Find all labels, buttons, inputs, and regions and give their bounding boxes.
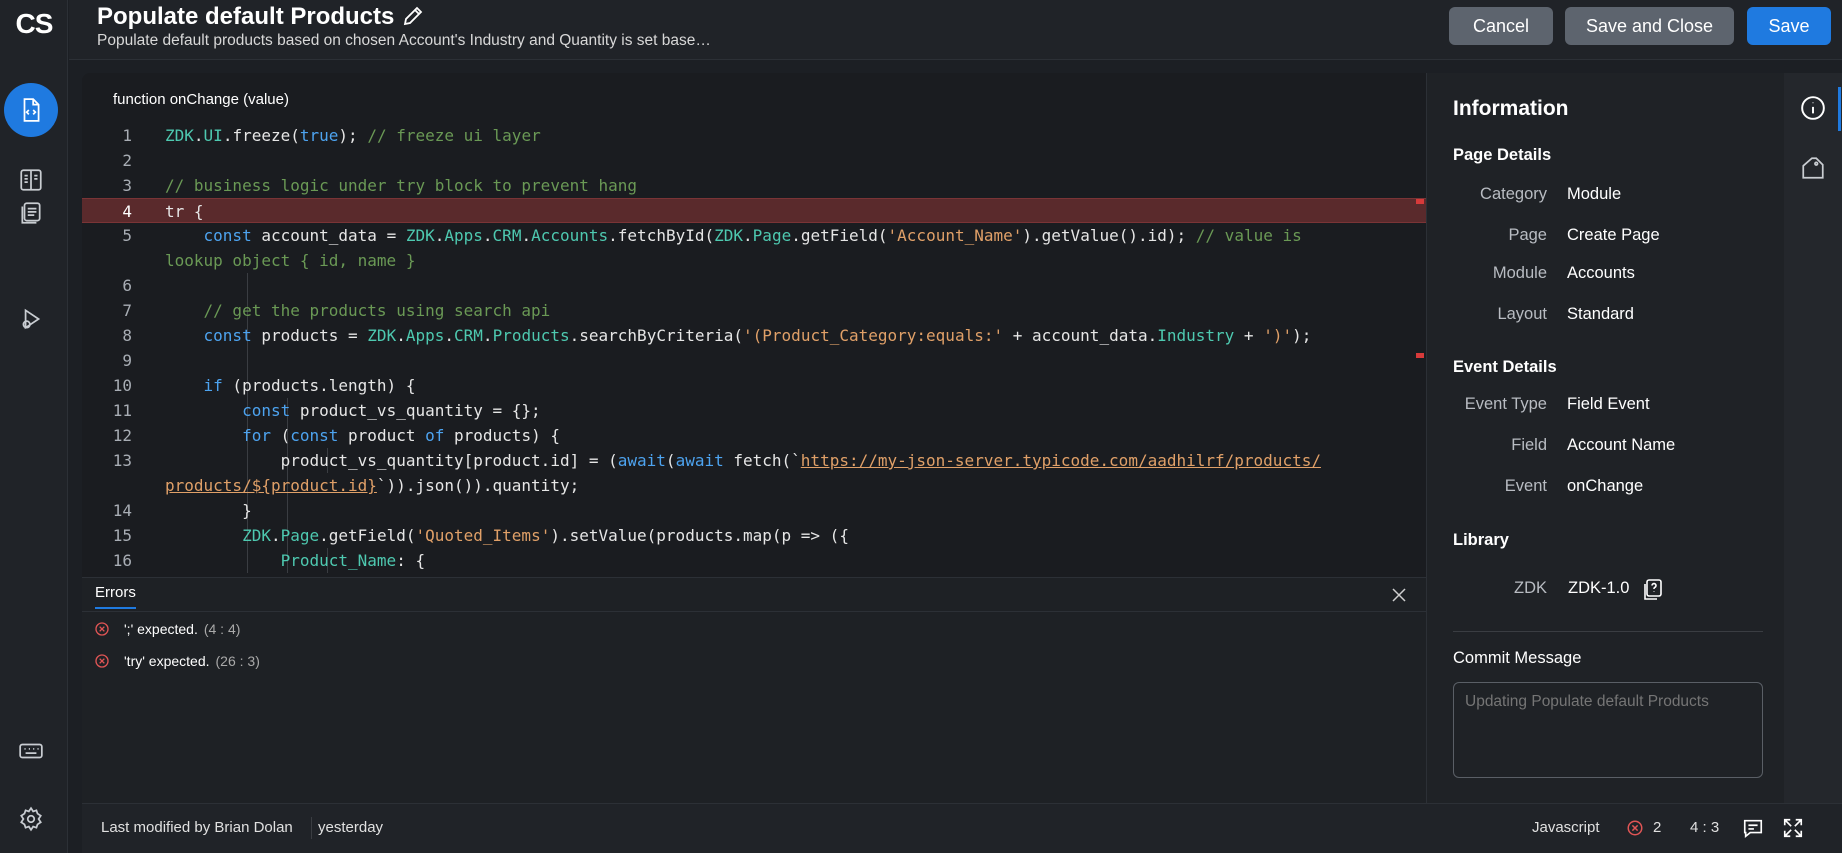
commit-message-input[interactable] — [1453, 682, 1763, 778]
code-line: 13 product_vs_quantity[product.id] = (aw… — [112, 451, 1321, 470]
rail-code-editor[interactable] — [4, 83, 58, 137]
save-button[interactable]: Save — [1747, 7, 1831, 45]
detail-value: Account Name — [1567, 436, 1676, 454]
detail-value: Create Page — [1567, 226, 1660, 244]
error-message: 'try' expected. — [124, 653, 210, 669]
error-scroll-marker — [1416, 353, 1424, 358]
information-panel: Information Page Details Category Module… — [1426, 73, 1784, 803]
code-line: 15 ZDK.Page.getField('Quoted_Items').set… — [112, 526, 849, 545]
code-line: 10 if (products.length) { — [112, 376, 416, 395]
function-signature: function onChange (value) — [113, 91, 289, 108]
close-icon[interactable] — [1390, 586, 1408, 604]
detail-key: Layout — [1497, 305, 1547, 323]
library-key: ZDK — [1514, 579, 1547, 597]
page-title: Populate default Products — [97, 3, 395, 30]
rail-settings[interactable] — [4, 792, 58, 846]
code-line-error: 4 tr { — [82, 198, 1426, 223]
detail-value: Accounts — [1567, 264, 1635, 282]
keyboard-icon — [19, 743, 43, 759]
code-line: 7 // get the products using search api — [122, 301, 551, 320]
error-icon — [95, 654, 109, 668]
editor-panel: function onChange (value) 1 ZDK.UI.freeze… — [82, 73, 1426, 803]
code-line-wrap: products/${product.id}`)).json()).quanti… — [165, 476, 580, 495]
error-message: ';' expected. — [124, 621, 198, 637]
code-line: 3// business logic under try block to pr… — [122, 176, 638, 195]
error-count-icon — [1627, 820, 1643, 836]
rail-information[interactable] — [1792, 87, 1834, 129]
library-version: ZDK-1.0 — [1568, 579, 1630, 597]
gear-icon — [20, 806, 42, 832]
detail-key: Module — [1492, 264, 1547, 282]
rail-tag[interactable] — [1792, 147, 1834, 189]
comment-icon[interactable] — [1742, 817, 1764, 839]
detail-value: Module — [1567, 185, 1622, 203]
detail-value: onChange — [1567, 477, 1644, 495]
tab-errors[interactable]: Errors — [95, 584, 136, 609]
detail-value: Standard — [1567, 305, 1634, 323]
error-position: (4 : 4) — [203, 621, 241, 637]
language-selector[interactable]: Javascript — [1532, 819, 1600, 836]
detail-key: Page — [1508, 226, 1547, 244]
right-rail — [1784, 73, 1842, 803]
info-icon — [1801, 96, 1825, 120]
tag-icon — [1802, 157, 1824, 179]
left-rail: CS — [0, 0, 68, 853]
cursor-position: 4 : 3 — [1690, 819, 1720, 836]
code-line: 12 for (const product of products) { — [112, 426, 560, 445]
documentation-icon[interactable] — [1643, 579, 1663, 601]
errors-panel: Errors ';' expected. (4 : 4) 'try' expec… — [82, 577, 1426, 803]
fullscreen-icon[interactable] — [1782, 817, 1804, 839]
information-title: Information — [1453, 97, 1569, 120]
run-debug-icon — [22, 308, 41, 330]
detail-key: Category — [1480, 185, 1547, 203]
last-modified-time: yesterday — [318, 819, 384, 836]
code-line: 14 } — [112, 501, 252, 520]
pages-icon — [21, 202, 41, 224]
error-scroll-marker — [1416, 199, 1424, 204]
save-and-close-button[interactable]: Save and Close — [1565, 7, 1734, 45]
rail-debug[interactable] — [4, 292, 58, 346]
page-subtitle: Populate default products based on chose… — [97, 32, 711, 49]
error-count[interactable]: 2 — [1653, 819, 1661, 836]
code-line: 1 ZDK.UI.freeze(true); // freeze ui layer — [122, 126, 541, 145]
last-modified-by: Last modified by Brian Dolan — [101, 819, 293, 836]
code-line: 8 const products = ZDK.Apps.CRM.Products… — [122, 326, 1312, 345]
commit-message-heading: Commit Message — [1453, 649, 1582, 667]
code-line: 16 Product_Name: { — [112, 551, 426, 570]
error-position: (26 : 3) — [215, 653, 260, 669]
detail-key: Field — [1511, 436, 1547, 454]
status-bar: Last modified by Brian Dolan yesterday J… — [82, 803, 1842, 853]
code-file-icon — [23, 98, 40, 122]
detail-key: Event Type — [1464, 395, 1547, 413]
detail-key: Event — [1504, 477, 1547, 495]
rail-keyboard[interactable] — [4, 724, 58, 778]
error-item[interactable]: ';' expected. (4 : 4) — [94, 621, 240, 637]
code-line: 2 — [122, 151, 132, 170]
code-editor[interactable]: 1 ZDK.UI.freeze(true); // freeze ui layer… — [82, 123, 1426, 577]
code-line: 9 — [122, 351, 132, 370]
code-line: 5 const account_data = ZDK.Apps.CRM.Acco… — [122, 226, 1302, 245]
pencil-icon[interactable] — [401, 4, 425, 28]
error-icon — [95, 622, 109, 636]
header: Populate default Products Populate defau… — [69, 0, 1842, 60]
detail-value: Field Event — [1567, 395, 1650, 413]
library-heading: Library — [1453, 531, 1509, 549]
cancel-button[interactable]: Cancel — [1449, 7, 1553, 45]
error-item[interactable]: 'try' expected. (26 : 3) — [94, 653, 260, 669]
event-details-heading: Event Details — [1453, 358, 1557, 376]
rail-pages[interactable] — [4, 186, 58, 240]
code-line: 11 const product_vs_quantity = {}; — [112, 401, 541, 420]
code-line-wrap: lookup object { id, name } — [165, 251, 416, 270]
code-line: 6 — [122, 276, 132, 295]
app-logo: CS — [15, 8, 54, 39]
page-details-heading: Page Details — [1453, 146, 1552, 164]
